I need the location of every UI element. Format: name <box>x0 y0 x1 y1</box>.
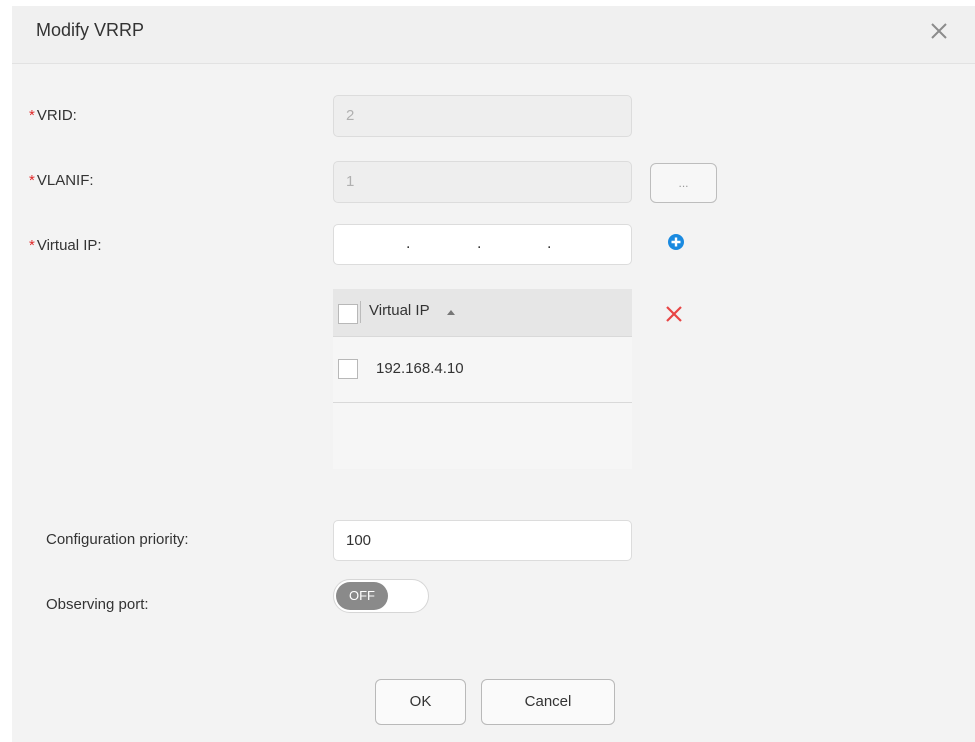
cancel-button[interactable]: Cancel <box>481 679 615 725</box>
virtual-ip-label: * Virtual IP: <box>29 237 102 254</box>
vrid-label-text: VRID: <box>36 107 77 124</box>
virtual-ip-label-text: Virtual IP: <box>36 237 102 254</box>
dialog-titlebar: Modify VRRP <box>12 6 975 64</box>
required-mark: * <box>29 107 35 124</box>
vlanif-label-text: VLANIF: <box>36 172 94 189</box>
vrid-input[interactable]: 2 <box>333 95 632 137</box>
virtual-ip-table: Virtual IP 192.168.4.10 <box>333 289 632 469</box>
ip-separator: . <box>547 235 552 252</box>
required-mark: * <box>29 237 35 254</box>
toggle-state-label: OFF <box>336 582 388 610</box>
ip-separator: . <box>406 235 411 252</box>
observing-port-label: Observing port: <box>46 596 149 613</box>
ip-separator: . <box>477 235 482 252</box>
select-all-checkbox[interactable] <box>338 304 358 324</box>
dialog-title: Modify VRRP <box>36 20 145 40</box>
plus-circle-icon[interactable] <box>666 232 686 252</box>
sort-ascending-icon[interactable] <box>447 310 455 315</box>
delete-x-icon[interactable] <box>664 304 684 324</box>
header-divider <box>360 301 361 323</box>
close-icon[interactable] <box>926 18 952 44</box>
virtual-ip-input[interactable]: . . . <box>333 224 632 265</box>
configuration-priority-input[interactable]: 100 <box>333 520 632 561</box>
vrid-label: * VRID: <box>29 107 77 124</box>
vlanif-label: * VLANIF: <box>29 172 94 189</box>
ok-button[interactable]: OK <box>375 679 466 725</box>
table-row[interactable]: 192.168.4.10 <box>333 337 632 403</box>
required-mark: * <box>29 172 35 189</box>
observing-port-toggle[interactable]: OFF <box>333 579 429 613</box>
configuration-priority-label: Configuration priority: <box>46 531 189 548</box>
row-checkbox[interactable] <box>338 359 358 379</box>
vlanif-input[interactable]: 1 <box>333 161 632 203</box>
column-header-virtual-ip[interactable]: Virtual IP <box>369 302 430 319</box>
virtual-ip-cell: 192.168.4.10 <box>376 360 464 377</box>
table-header: Virtual IP <box>333 289 632 337</box>
vlanif-select-button[interactable]: ... <box>650 163 717 203</box>
